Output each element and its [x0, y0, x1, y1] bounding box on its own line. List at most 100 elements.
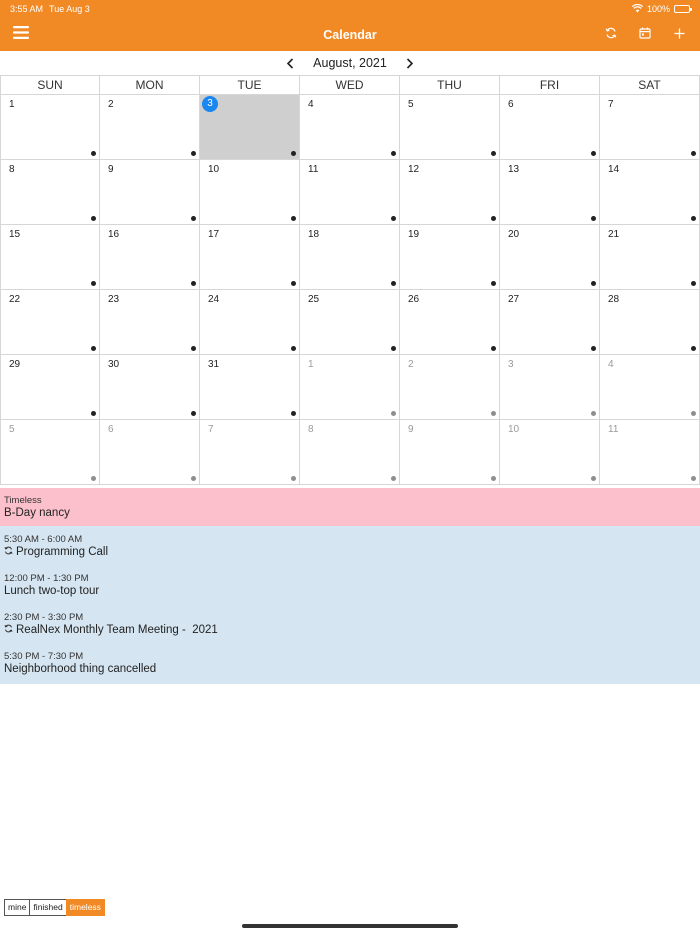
- day-cell[interactable]: 21: [600, 225, 700, 290]
- day-cell[interactable]: 31: [200, 355, 300, 420]
- event-indicator-dot: [191, 281, 196, 286]
- filter-timeless[interactable]: timeless: [65, 899, 105, 916]
- day-cell[interactable]: 23: [100, 290, 200, 355]
- day-cell[interactable]: 17: [200, 225, 300, 290]
- day-number: 28: [608, 294, 620, 305]
- day-cell[interactable]: 11: [600, 420, 700, 485]
- weekday-label: THU: [400, 76, 500, 94]
- filter-finished[interactable]: finished: [29, 899, 66, 916]
- day-cell[interactable]: 26: [400, 290, 500, 355]
- day-number: 3: [508, 359, 514, 370]
- day-cell[interactable]: 10: [200, 160, 300, 225]
- day-cell[interactable]: 7: [200, 420, 300, 485]
- day-number: 12: [408, 164, 420, 175]
- today-button[interactable]: [630, 18, 660, 51]
- day-cell[interactable]: 6: [100, 420, 200, 485]
- plus-icon: [674, 26, 685, 44]
- day-cell[interactable]: 9: [100, 160, 200, 225]
- event-title: RealNex Monthly Team Meeting - 2021: [16, 624, 218, 636]
- timeless-event-title: B-Day nancy: [4, 507, 70, 519]
- day-cell[interactable]: 12: [400, 160, 500, 225]
- day-cell[interactable]: 19: [400, 225, 500, 290]
- day-number: 14: [608, 164, 620, 175]
- day-cell[interactable]: 29: [0, 355, 100, 420]
- event-indicator-dot: [391, 476, 396, 481]
- day-number: 7: [608, 99, 614, 110]
- day-cell[interactable]: 25: [300, 290, 400, 355]
- day-number: 11: [608, 424, 619, 435]
- status-bar: 3:55 AM Tue Aug 3 100%: [0, 0, 700, 18]
- status-date: Tue Aug 3: [49, 4, 90, 14]
- day-cell[interactable]: 16: [100, 225, 200, 290]
- day-cell[interactable]: 5: [0, 420, 100, 485]
- day-number: 2: [408, 359, 414, 370]
- day-cell[interactable]: 24: [200, 290, 300, 355]
- day-cell[interactable]: 9: [400, 420, 500, 485]
- day-number: 23: [108, 294, 120, 305]
- weekday-label: TUE: [200, 76, 300, 94]
- event-indicator-dot: [591, 281, 596, 286]
- menu-button[interactable]: [6, 18, 36, 51]
- event-indicator-dot: [191, 346, 196, 351]
- event-title: Neighborhood thing cancelled: [4, 663, 157, 675]
- event-indicator-dot: [591, 346, 596, 351]
- day-cell[interactable]: 15: [0, 225, 100, 290]
- event-indicator-dot: [491, 281, 496, 286]
- day-cell[interactable]: 5: [400, 95, 500, 160]
- day-cell[interactable]: 22: [0, 290, 100, 355]
- day-number: 10: [508, 424, 520, 435]
- day-cell[interactable]: 3: [200, 95, 300, 160]
- event-indicator-dot: [91, 151, 96, 156]
- day-cell[interactable]: 30: [100, 355, 200, 420]
- event-indicator-dot: [391, 216, 396, 221]
- day-cell[interactable]: 6: [500, 95, 600, 160]
- day-cell[interactable]: 8: [300, 420, 400, 485]
- day-cell[interactable]: 8: [0, 160, 100, 225]
- next-month-button[interactable]: [401, 54, 419, 72]
- day-number: 4: [608, 359, 614, 370]
- filter-mine[interactable]: mine: [4, 899, 30, 916]
- day-cell[interactable]: 2: [100, 95, 200, 160]
- day-cell[interactable]: 4: [300, 95, 400, 160]
- day-cell[interactable]: 14: [600, 160, 700, 225]
- event-indicator-dot: [191, 216, 196, 221]
- day-cell[interactable]: 13: [500, 160, 600, 225]
- day-number: 26: [408, 294, 420, 305]
- page-title: Calendar: [323, 27, 377, 42]
- day-number: 11: [308, 164, 319, 175]
- status-time: 3:55 AM: [10, 4, 44, 14]
- timeless-event[interactable]: Timeless B-Day nancy: [0, 488, 700, 526]
- day-cell[interactable]: 18: [300, 225, 400, 290]
- add-event-button[interactable]: [664, 18, 694, 51]
- day-number: 8: [308, 424, 314, 435]
- prev-month-button[interactable]: [281, 54, 299, 72]
- event-item[interactable]: 12:00 PM - 1:30 PM Lunch two-top tour: [0, 573, 700, 612]
- day-cell[interactable]: 11: [300, 160, 400, 225]
- day-cell[interactable]: 10: [500, 420, 600, 485]
- day-number: 27: [508, 294, 520, 305]
- day-cell[interactable]: 1: [300, 355, 400, 420]
- day-cell[interactable]: 20: [500, 225, 600, 290]
- day-number: 3: [202, 96, 218, 112]
- day-cell[interactable]: 28: [600, 290, 700, 355]
- day-number: 10: [208, 164, 220, 175]
- hamburger-icon: [13, 25, 29, 44]
- event-indicator-dot: [291, 151, 296, 156]
- day-number: 9: [108, 164, 114, 175]
- event-item[interactable]: 5:30 PM - 7:30 PM Neighborhood thing can…: [0, 651, 700, 690]
- event-item[interactable]: 2:30 PM - 3:30 PM RealNex Monthly Team M…: [0, 612, 700, 651]
- day-number: 30: [108, 359, 120, 370]
- sync-button[interactable]: [596, 18, 626, 51]
- day-cell[interactable]: 27: [500, 290, 600, 355]
- day-cell[interactable]: 2: [400, 355, 500, 420]
- day-cell[interactable]: 7: [600, 95, 700, 160]
- day-cell[interactable]: 3: [500, 355, 600, 420]
- event-item[interactable]: 5:30 AM - 6:00 AM Programming Call: [0, 534, 700, 573]
- event-indicator-dot: [591, 151, 596, 156]
- timeless-label: Timeless: [4, 495, 42, 506]
- day-cell[interactable]: 4: [600, 355, 700, 420]
- day-cell[interactable]: 1: [0, 95, 100, 160]
- event-indicator-dot: [91, 476, 96, 481]
- event-indicator-dot: [91, 216, 96, 221]
- event-indicator-dot: [491, 216, 496, 221]
